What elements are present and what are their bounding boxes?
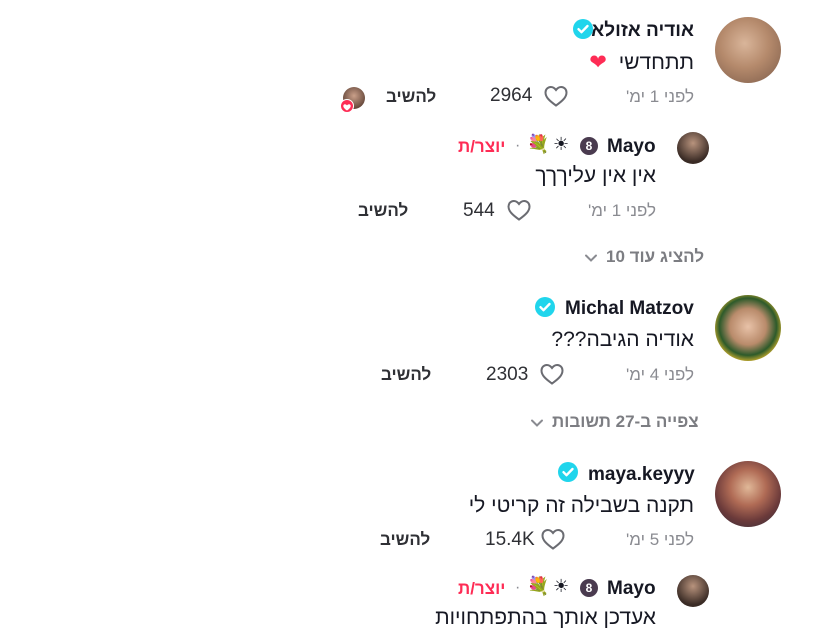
avatar[interactable] — [715, 17, 781, 83]
chevron-down-icon — [585, 254, 597, 262]
heart-outline-icon[interactable] — [506, 198, 532, 222]
reply-button[interactable]: להשיב — [381, 365, 431, 385]
username[interactable]: Michal Matzov — [565, 298, 694, 320]
heart-emoji: ❤ — [589, 51, 607, 74]
sun-icon: ☀ — [553, 134, 570, 154]
chevron-down-icon — [531, 419, 543, 427]
bouquet-icon: 💐 — [527, 134, 550, 154]
like-count: 544 — [463, 200, 495, 221]
reply-button[interactable]: להשיב — [358, 201, 408, 221]
separator-dot: · — [515, 137, 521, 154]
comment-text: אודיה הגיבה??? — [551, 328, 694, 351]
creator-badge: יוצר/ת — [458, 137, 506, 156]
verified-icon — [535, 297, 555, 317]
number-eight-icon: 8 — [580, 579, 598, 597]
like-count: 2964 — [490, 85, 533, 106]
comment-text-content: תתחדשי — [618, 51, 694, 74]
timestamp: לפני 1 ימ' — [588, 201, 656, 220]
reply-button[interactable]: להשיב — [380, 530, 430, 550]
like-count: 15.4K — [485, 529, 535, 550]
view-replies-label: צפייה ב-27 תשובות — [552, 412, 699, 431]
like-count: 2303 — [486, 364, 529, 385]
bouquet-icon: 💐 — [527, 576, 550, 596]
heart-badge-icon — [340, 99, 354, 113]
timestamp: לפני 4 ימ' — [626, 365, 694, 384]
verified-icon — [573, 19, 593, 39]
separator-dot: · — [515, 579, 521, 596]
avatar[interactable] — [715, 461, 781, 527]
comment-text: אעדכן אותך בהתפתחויות — [435, 606, 656, 629]
heart-outline-icon[interactable] — [543, 84, 569, 108]
view-more-replies[interactable]: להציג עוד 10 — [584, 247, 704, 267]
avatar[interactable] — [677, 575, 709, 607]
username[interactable]: maya.keyyy — [588, 464, 695, 486]
username[interactable]: Mayo — [607, 136, 656, 158]
comment-text: תתחדשי ❤ — [589, 50, 694, 75]
timestamp: לפני 5 ימ' — [626, 530, 694, 549]
avatar[interactable] — [715, 295, 781, 361]
timestamp: לפני 1 ימ' — [626, 87, 694, 106]
view-more-label: להציג עוד 10 — [606, 247, 705, 266]
comment-text: תקנה בשבילה זה קריטי לי — [468, 494, 694, 517]
comment-text: אין אין עליךךך — [535, 164, 656, 187]
avatar[interactable] — [677, 132, 709, 164]
view-replies[interactable]: צפייה ב-27 תשובות — [530, 412, 699, 432]
sun-icon: ☀ — [553, 576, 570, 596]
username[interactable]: Mayo — [607, 578, 656, 600]
heart-outline-icon[interactable] — [540, 527, 566, 551]
verified-icon — [558, 462, 578, 482]
creator-badge: יוצר/ת — [458, 579, 506, 598]
heart-outline-icon[interactable] — [539, 362, 565, 386]
number-eight-icon: 8 — [580, 137, 598, 155]
username[interactable]: אודיה אזולאי — [586, 20, 694, 42]
reply-button[interactable]: להשיב — [386, 87, 436, 107]
